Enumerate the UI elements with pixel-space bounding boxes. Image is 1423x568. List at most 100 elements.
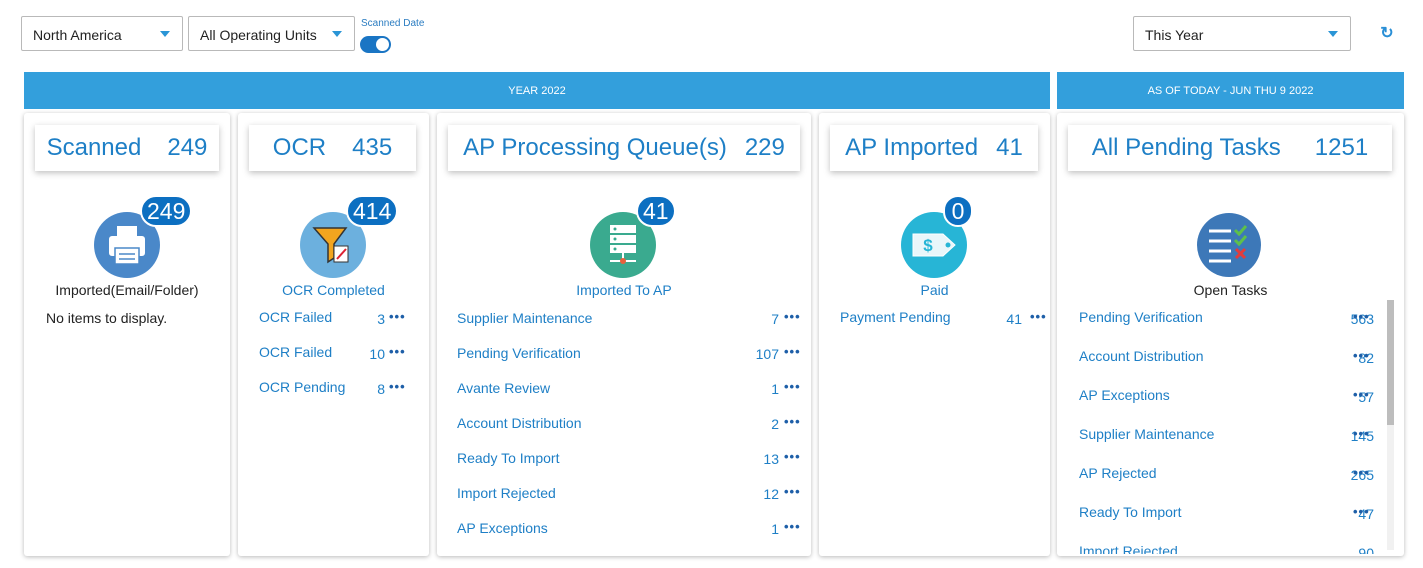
- row-label: OCR Failed: [259, 309, 333, 325]
- row-label: Avante Review: [457, 380, 551, 396]
- more-icon[interactable]: •••: [784, 379, 804, 394]
- list-item[interactable]: Supplier Maintenance 145 •••: [1079, 426, 1379, 444]
- list-item[interactable]: Account Distribution 2 •••: [457, 414, 800, 432]
- scrollbar[interactable]: [1387, 300, 1394, 550]
- scanned-header[interactable]: Scanned 249: [35, 125, 219, 171]
- row-label: Pending Verification: [1079, 309, 1203, 325]
- list-item[interactable]: OCR Failed 10 •••: [259, 344, 419, 362]
- row-label: Account Distribution: [1079, 348, 1204, 364]
- list-item[interactable]: Ready To Import 47 •••: [1079, 504, 1379, 522]
- ap-queue-title: AP Processing Queue(s): [463, 134, 727, 161]
- chevron-down-icon: [1328, 31, 1338, 37]
- row-label: Import Rejected: [457, 485, 556, 501]
- ap-imported-count: 41: [996, 134, 1023, 161]
- region-value: North America: [33, 27, 122, 43]
- operating-units-select[interactable]: All Operating Units: [188, 16, 355, 51]
- ap-queue-header[interactable]: AP Processing Queue(s) 229: [448, 125, 800, 171]
- pending-tasks-count: 1251: [1314, 134, 1369, 161]
- row-label: OCR Pending: [259, 379, 346, 395]
- more-icon[interactable]: •••: [1030, 309, 1050, 324]
- list-item[interactable]: Import Rejected 12 •••: [457, 484, 800, 502]
- more-icon[interactable]: •••: [784, 484, 804, 499]
- more-icon[interactable]: •••: [784, 309, 804, 324]
- ap-queue-panel: AP Processing Queue(s) 229 41 Imported T…: [437, 113, 811, 556]
- row-count: 8: [377, 381, 385, 397]
- ap-imported-title: AP Imported: [845, 134, 979, 161]
- row-count: 7: [771, 311, 779, 327]
- ap-imported-panel: AP Imported 41 $ 0 Paid Payment Pending …: [819, 113, 1050, 556]
- row-label: Pending Verification: [457, 345, 581, 361]
- row-label: Import Rejected: [1079, 543, 1178, 554]
- scanned-title: Scanned: [46, 134, 142, 161]
- toggle-knob: [376, 38, 389, 51]
- row-label: Payment Pending: [840, 309, 951, 325]
- scanned-badge: 249: [140, 195, 193, 227]
- pending-tasks-header[interactable]: All Pending Tasks 1251: [1068, 125, 1392, 171]
- row-count: 2: [771, 416, 779, 432]
- scanned-count: 249: [167, 134, 208, 161]
- checklist-icon[interactable]: [1197, 213, 1261, 277]
- more-icon[interactable]: •••: [1353, 426, 1373, 441]
- list-item[interactable]: Pending Verification 563 •••: [1079, 309, 1379, 327]
- refresh-icon[interactable]: ↻: [1379, 26, 1395, 42]
- ap-imported-icon-label[interactable]: Paid: [819, 282, 1050, 298]
- more-icon[interactable]: •••: [784, 519, 804, 534]
- row-label: Supplier Maintenance: [1079, 426, 1215, 442]
- row-label: AP Exceptions: [457, 520, 548, 536]
- list-item[interactable]: Import Rejected 90: [1079, 543, 1379, 554]
- chevron-down-icon: [332, 31, 342, 37]
- ocr-badge: 414: [346, 195, 399, 227]
- list-item[interactable]: Account Distribution 82 •••: [1079, 348, 1379, 366]
- scrollbar-thumb[interactable]: [1387, 300, 1394, 425]
- ap-queue-icon-label[interactable]: Imported To AP: [437, 282, 811, 298]
- svg-text:$: $: [923, 236, 933, 255]
- row-label: AP Exceptions: [1079, 387, 1170, 403]
- more-icon[interactable]: •••: [1353, 387, 1373, 402]
- today-band: AS OF TODAY - JUN THU 9 2022: [1057, 72, 1404, 109]
- row-count: 12: [763, 486, 779, 502]
- list-item[interactable]: OCR Pending 8 •••: [259, 379, 419, 397]
- chevron-down-icon: [160, 31, 170, 37]
- ap-queue-count: 229: [744, 134, 785, 161]
- ocr-title: OCR: [272, 134, 327, 161]
- row-count: 10: [369, 346, 385, 362]
- region-select[interactable]: North America: [21, 16, 183, 51]
- list-item[interactable]: AP Exceptions 57 •••: [1079, 387, 1379, 405]
- scanned-icon-label: Imported(Email/Folder): [55, 282, 199, 298]
- row-count: 3: [377, 311, 385, 327]
- list-item[interactable]: OCR Failed 3 •••: [259, 309, 419, 327]
- row-count: 107: [755, 346, 779, 362]
- more-icon[interactable]: •••: [1353, 465, 1373, 480]
- ocr-header[interactable]: OCR 435: [249, 125, 416, 171]
- more-icon[interactable]: •••: [784, 449, 804, 464]
- more-icon[interactable]: •••: [389, 309, 409, 324]
- year-band: YEAR 2022: [24, 72, 1050, 109]
- row-count: 13: [763, 451, 779, 467]
- list-item[interactable]: Ready To Import 13 •••: [457, 449, 800, 467]
- list-item[interactable]: Payment Pending 41 •••: [840, 309, 1046, 327]
- ap-imported-badge: 0: [943, 195, 973, 227]
- more-icon[interactable]: •••: [1353, 309, 1373, 324]
- more-icon[interactable]: •••: [389, 379, 409, 394]
- more-icon[interactable]: •••: [389, 344, 409, 359]
- more-icon[interactable]: •••: [784, 344, 804, 359]
- row-label: Supplier Maintenance: [457, 310, 593, 326]
- list-item[interactable]: Supplier Maintenance 7 •••: [457, 309, 800, 327]
- period-value: This Year: [1145, 27, 1204, 43]
- ocr-panel: OCR 435 414 OCR Completed OCR Failed 3 •…: [238, 113, 429, 556]
- list-item[interactable]: AP Exceptions 1 •••: [457, 519, 800, 537]
- ap-imported-header[interactable]: AP Imported 41: [830, 125, 1038, 171]
- period-select[interactable]: This Year: [1133, 16, 1351, 51]
- pending-tasks-icon-label: Open Tasks: [1193, 282, 1268, 298]
- row-label: AP Rejected: [1079, 465, 1157, 481]
- list-item[interactable]: Pending Verification 107 •••: [457, 344, 800, 362]
- ocr-count: 435: [352, 134, 393, 161]
- more-icon[interactable]: •••: [1353, 504, 1373, 519]
- row-label: Ready To Import: [1079, 504, 1182, 520]
- scanned-date-toggle[interactable]: [360, 36, 391, 53]
- ocr-icon-label[interactable]: OCR Completed: [238, 282, 429, 298]
- list-item[interactable]: AP Rejected 265 •••: [1079, 465, 1379, 483]
- more-icon[interactable]: •••: [1353, 348, 1373, 363]
- list-item[interactable]: Avante Review 1 •••: [457, 379, 800, 397]
- more-icon[interactable]: •••: [784, 414, 804, 429]
